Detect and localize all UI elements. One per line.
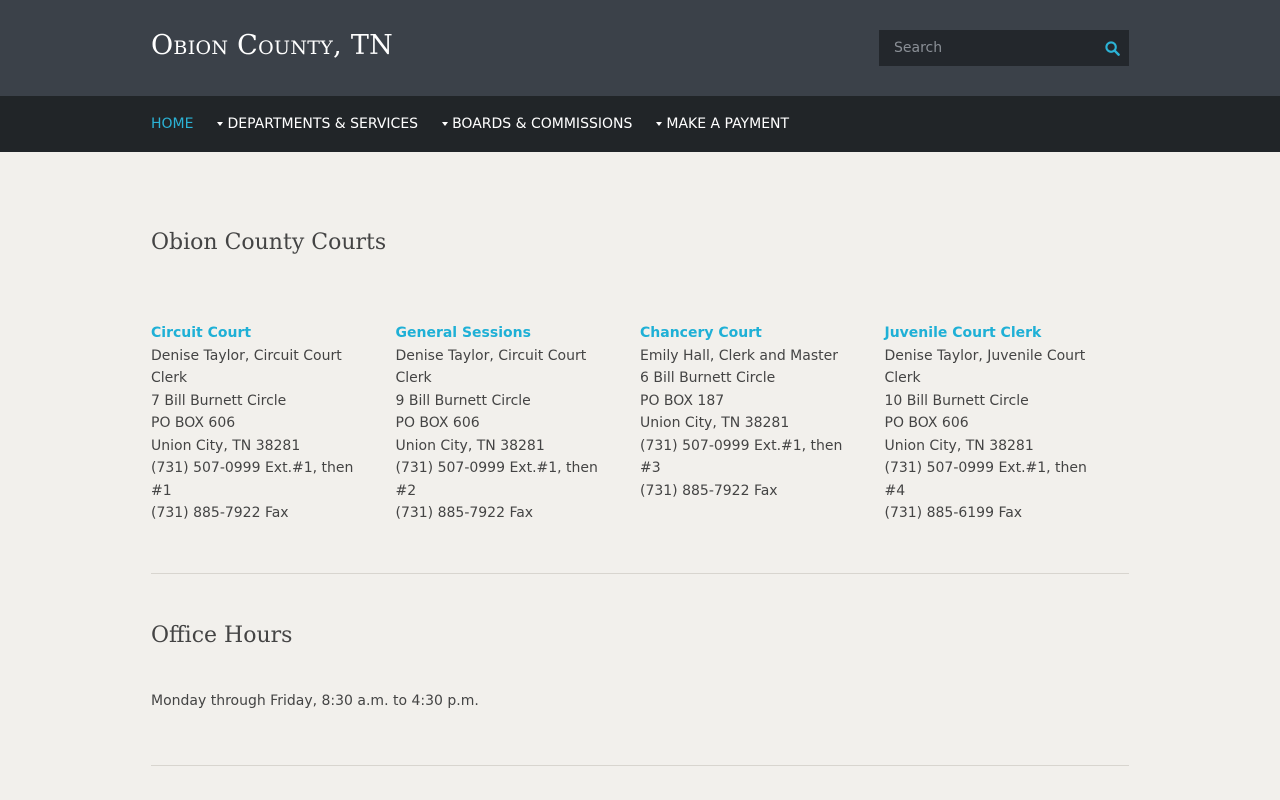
court-address: 9 Bill Burnett Circle (395, 392, 531, 409)
court-link-juvenile[interactable]: Juvenile Court Clerk (885, 322, 1110, 345)
court-phone: (731) 507-0999 Ext.#1, then #4 (884, 460, 1087, 499)
nav-item-home[interactable]: HOME (151, 116, 193, 132)
nav-item-label: HOME (151, 116, 194, 132)
search-button[interactable] (1095, 30, 1129, 66)
court-fax: (731) 885-7922 Fax (640, 482, 778, 499)
courts-list: Circuit Court Denise Taylor, Circuit Cou… (151, 322, 1129, 525)
site-header: Obion County, TN (0, 0, 1280, 96)
office-hours-heading: Office Hours (151, 623, 293, 648)
nav-item-label: MAKE A PAYMENT (666, 116, 790, 132)
nav-item-make-a-payment[interactable]: MAKE A PAYMENT (656, 116, 789, 132)
search-icon (1104, 40, 1120, 56)
court-po-box: PO BOX 606 (884, 415, 969, 431)
court-clerk: Emily Hall, Clerk and Master (640, 347, 838, 364)
caret-down-icon (656, 122, 663, 126)
court-fax: (731) 885-7922 Fax (395, 505, 534, 521)
court-phone: (731) 507-0999 Ext.#1, then #2 (395, 460, 598, 499)
court-link-circuit[interactable]: Circuit Court (151, 322, 376, 345)
court-card-circuit: Circuit Court Denise Taylor, Circuit Cou… (151, 322, 396, 525)
court-phone: (731) 507-0999 Ext.#1, then #1 (151, 460, 354, 499)
court-clerk: Denise Taylor, Circuit Court Clerk (151, 347, 342, 387)
court-po-box: PO BOX 606 (151, 415, 236, 431)
court-city: Union City, TN 38281 (640, 415, 790, 431)
court-clerk: Denise Taylor, Circuit Court Clerk (395, 347, 587, 387)
court-address: 6 Bill Burnett Circle (640, 370, 776, 386)
court-po-box: PO BOX 606 (395, 415, 480, 431)
court-address: 10 Bill Burnett Circle (884, 392, 1029, 409)
courts-heading: Obion County Courts (151, 230, 387, 255)
office-hours-text: Monday through Friday, 8:30 a.m. to 4:30… (151, 693, 479, 709)
search-box (879, 30, 1129, 66)
court-fax: (731) 885-7922 Fax (151, 505, 289, 521)
section-divider (151, 765, 1129, 766)
caret-down-icon (442, 122, 449, 126)
caret-down-icon (217, 122, 224, 126)
court-fax: (731) 885-6199 Fax (884, 505, 1023, 521)
court-card-general-sessions: General Sessions Denise Taylor, Circuit … (396, 322, 641, 525)
court-phone: (731) 507-0999 Ext.#1, then #3 (640, 437, 843, 477)
nav-item-label: DEPARTMENTS & SERVICES (227, 116, 419, 132)
court-card-chancery: Chancery Court Emily Hall, Clerk and Mas… (640, 322, 885, 525)
court-po-box: PO BOX 187 (640, 392, 725, 409)
court-city: Union City, TN 38281 (151, 437, 301, 454)
nav-item-boards-commissions[interactable]: BOARDS & COMMISSIONS (442, 116, 632, 132)
section-divider (151, 573, 1129, 574)
site-title[interactable]: Obion County, TN (151, 30, 393, 61)
court-city: Union City, TN 38281 (395, 437, 545, 454)
nav-item-label: BOARDS & COMMISSIONS (452, 116, 633, 132)
court-address: 7 Bill Burnett Circle (151, 392, 287, 409)
main-nav: HOME DEPARTMENTS & SERVICES BOARDS & COM… (0, 96, 1280, 152)
court-link-general-sessions[interactable]: General Sessions (396, 322, 621, 345)
court-card-juvenile: Juvenile Court Clerk Denise Taylor, Juve… (885, 322, 1130, 525)
court-city: Union City, TN 38281 (884, 437, 1034, 454)
search-input[interactable] (879, 30, 1095, 66)
court-clerk: Denise Taylor, Juvenile Court Clerk (884, 347, 1086, 387)
nav-item-departments-services[interactable]: DEPARTMENTS & SERVICES (217, 116, 418, 132)
nav-list: HOME DEPARTMENTS & SERVICES BOARDS & COM… (151, 96, 813, 152)
court-link-chancery[interactable]: Chancery Court (640, 322, 865, 345)
